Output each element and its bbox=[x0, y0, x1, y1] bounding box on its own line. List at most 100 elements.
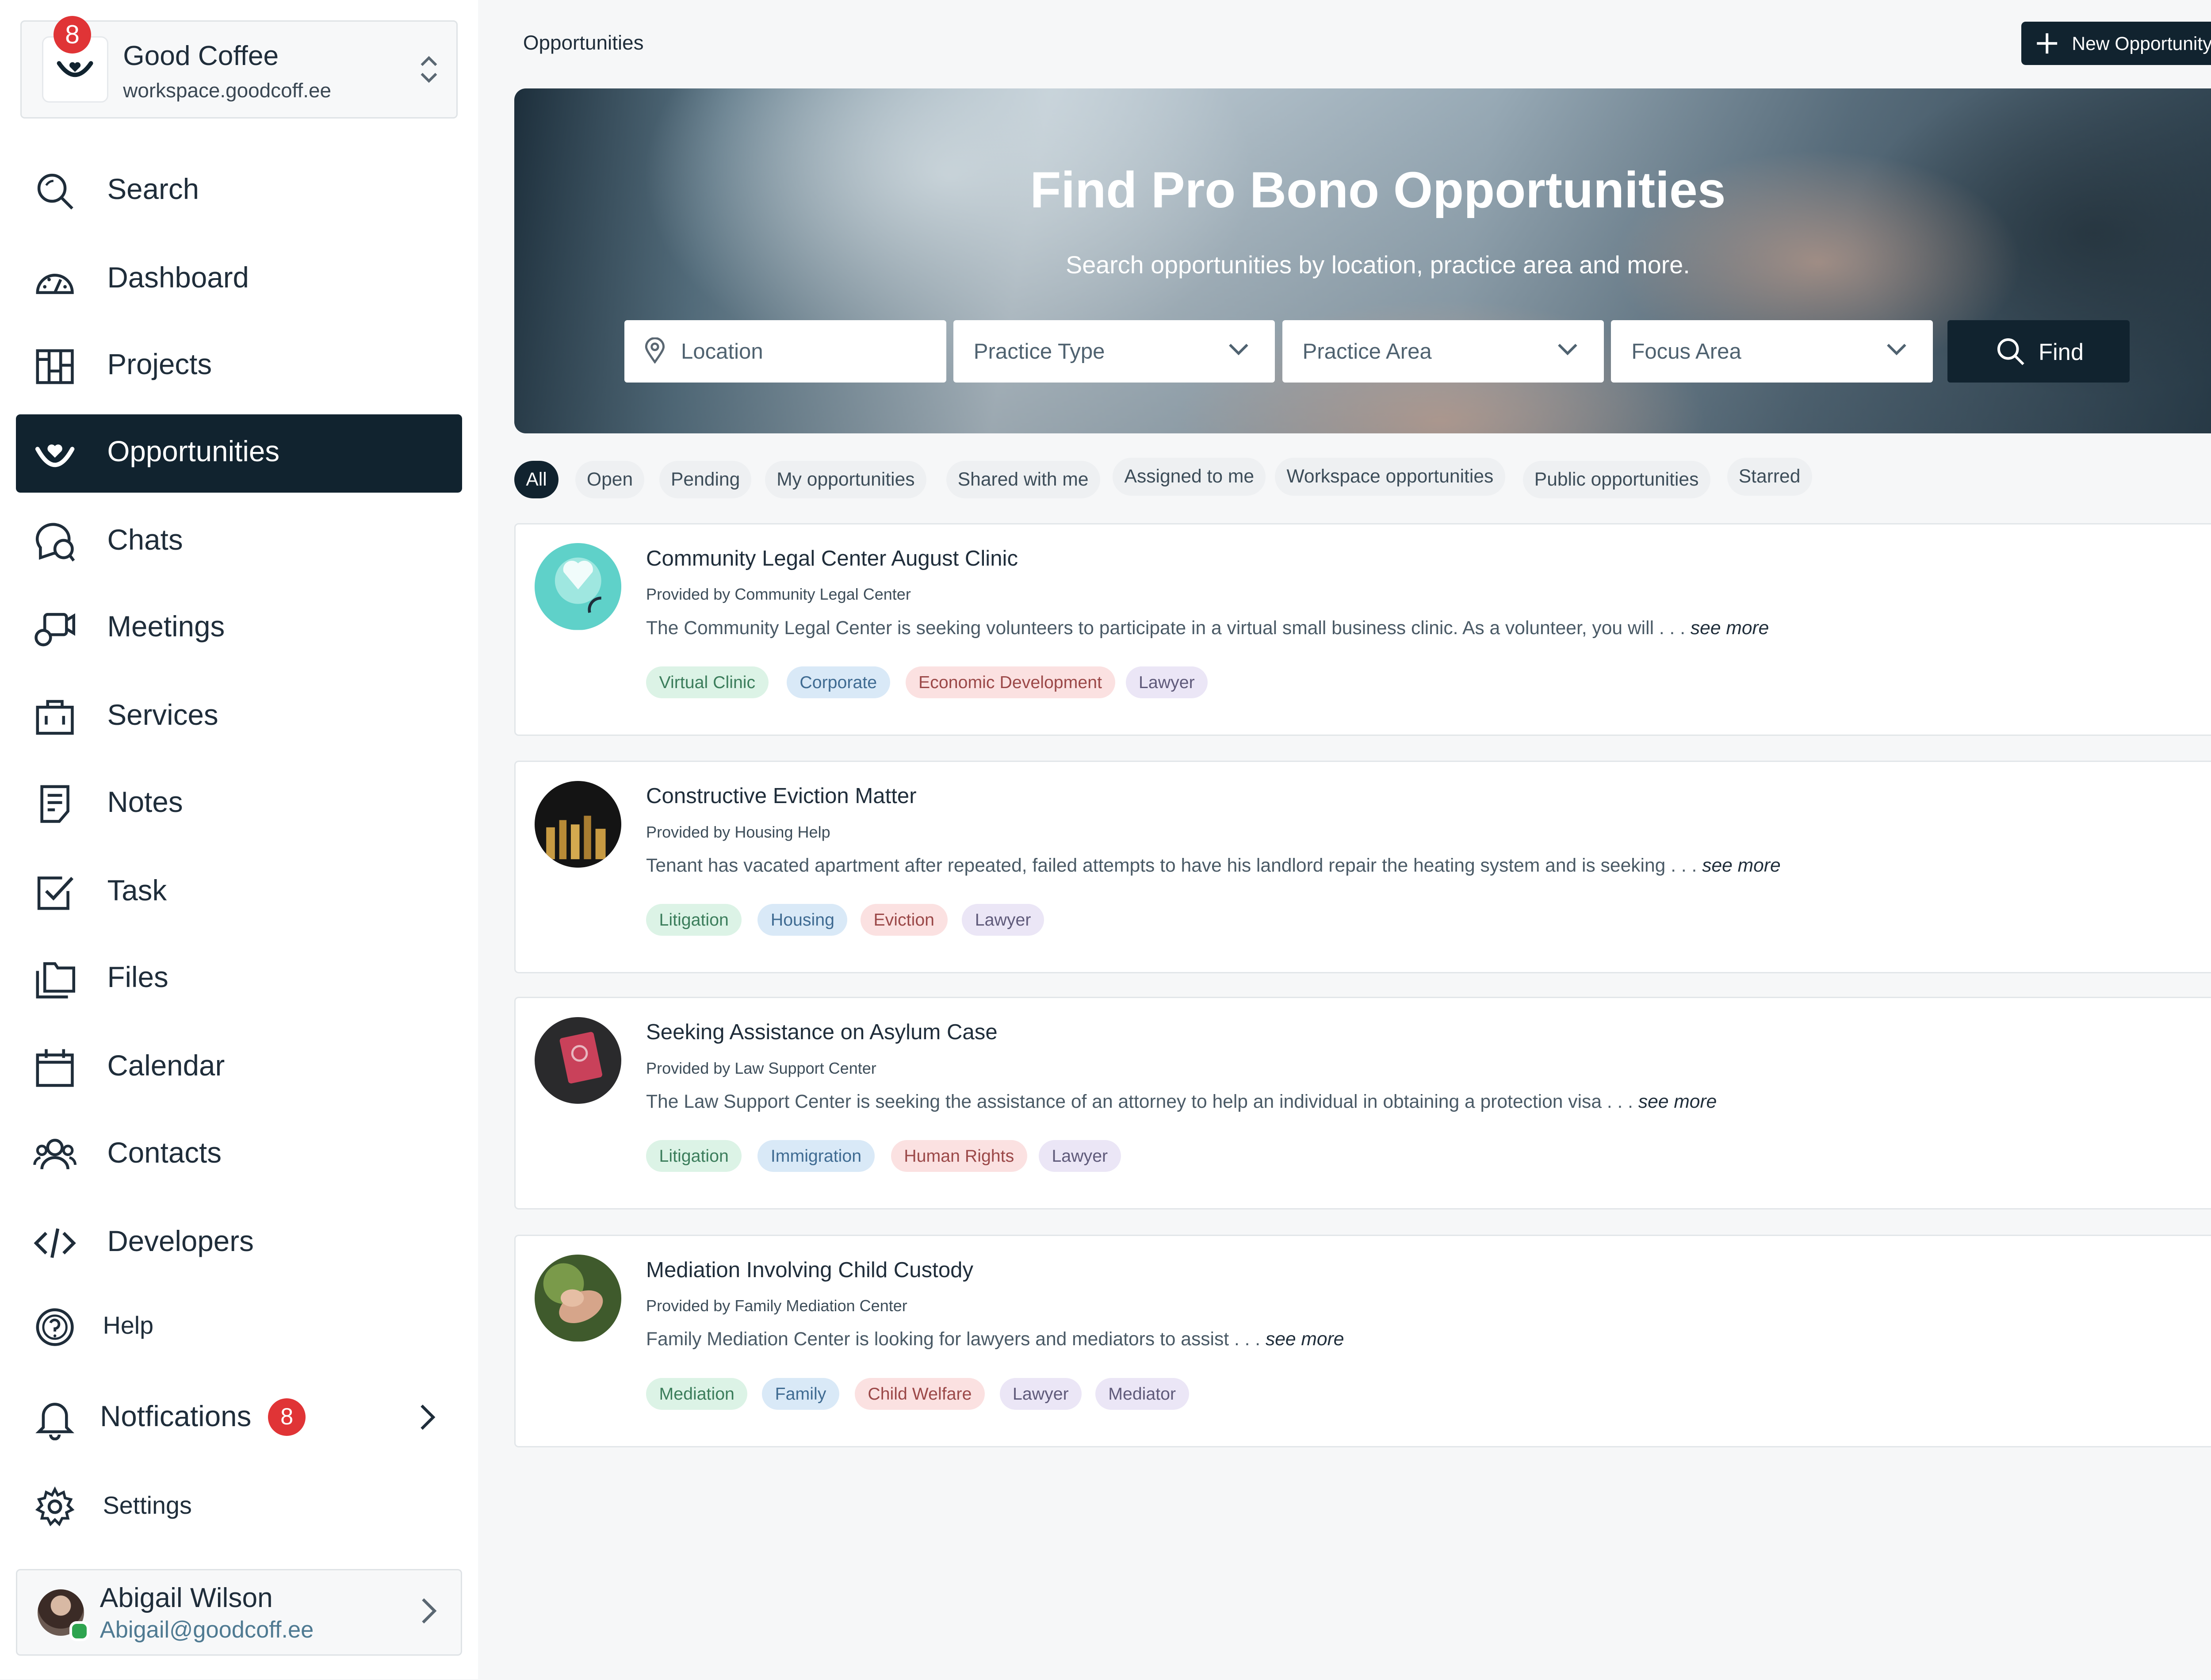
notification-count-badge: 8 bbox=[268, 1398, 306, 1436]
filter-chip-public-opportunities[interactable]: Public opportunities bbox=[1522, 460, 1710, 499]
opportunity-title[interactable]: Constructive Eviction Matter bbox=[646, 784, 917, 808]
opportunity-provider: Provided by Law Support Center bbox=[646, 1059, 876, 1077]
opportunity-card[interactable]: Constructive Eviction Matter Provided by… bbox=[514, 761, 2211, 974]
sidebar-item-meetings[interactable]: Meetings bbox=[16, 590, 462, 668]
tag: Lawyer bbox=[1038, 1140, 1121, 1172]
opportunity-thumbnail bbox=[534, 1255, 622, 1342]
opportunity-title[interactable]: Mediation Involving Child Custody bbox=[646, 1258, 973, 1282]
online-status-dot bbox=[69, 1621, 89, 1641]
opportunity-provider: Provided by Housing Help bbox=[646, 823, 830, 841]
search-icon bbox=[1997, 338, 2024, 366]
tag: Economic Development bbox=[905, 666, 1115, 698]
sidebar-item-calendar[interactable]: Calendar bbox=[16, 1029, 462, 1107]
briefcase-icon bbox=[36, 700, 74, 735]
sidebar-item-projects[interactable]: Projects bbox=[16, 327, 462, 406]
filter-chip-open[interactable]: Open bbox=[575, 460, 645, 499]
find-label: Find bbox=[2039, 339, 2084, 365]
workspace-switcher[interactable]: 8 Good Coffee workspace.goodcoff.ee bbox=[20, 15, 458, 119]
tag: Housing bbox=[757, 904, 848, 936]
sidebar-item-files[interactable]: Files bbox=[16, 940, 462, 1018]
sidebar-item-help[interactable]: Help bbox=[16, 1288, 462, 1366]
tag: Child Welfare bbox=[854, 1378, 985, 1410]
sidebar-item-settings[interactable]: Settings bbox=[16, 1468, 462, 1546]
contacts-icon bbox=[33, 1139, 77, 1170]
sidebar-item-label: Services bbox=[107, 699, 218, 731]
see-more-link[interactable]: see more bbox=[1702, 855, 1781, 876]
filter-chip-assigned-to-me[interactable]: Assigned to me bbox=[1113, 458, 1266, 496]
focus-area-select[interactable]: Focus Area bbox=[1611, 320, 1933, 383]
opportunity-card[interactable]: Mediation Involving Child Custody Provid… bbox=[514, 1234, 2211, 1447]
location-input[interactable]: Location bbox=[624, 320, 946, 383]
sidebar-item-label: Contacts bbox=[107, 1136, 222, 1169]
sidebar-item-label: Task bbox=[107, 874, 167, 907]
find-button[interactable]: Find bbox=[1947, 320, 2130, 383]
practice-type-select[interactable]: Practice Type bbox=[953, 320, 1275, 383]
hero-title: Find Pro Bono Opportunities bbox=[1030, 161, 1726, 218]
filter-chip-all[interactable]: All bbox=[514, 460, 558, 499]
sidebar-item-label: Settings bbox=[103, 1491, 192, 1519]
description-text: Family Mediation Center is looking for l… bbox=[646, 1328, 1261, 1350]
sidebar-item-notes[interactable]: Notes bbox=[16, 765, 462, 843]
practice-area-select[interactable]: Practice Area bbox=[1282, 320, 1604, 383]
chevron-down-icon bbox=[1558, 344, 1577, 356]
tag: Lawyer bbox=[1125, 666, 1208, 698]
description-text: The Community Legal Center is seeking vo… bbox=[646, 617, 1686, 639]
tag: Eviction bbox=[860, 904, 948, 936]
map-pin-icon bbox=[645, 337, 665, 364]
location-placeholder: Location bbox=[681, 339, 763, 364]
tag: Mediation bbox=[646, 1378, 748, 1410]
filter-chip-my-opportunities[interactable]: My opportunities bbox=[765, 460, 926, 499]
workspace-badge: 8 bbox=[53, 15, 92, 54]
app-page: 8 Good Coffee workspace.goodcoff.ee Sear… bbox=[0, 0, 2211, 1680]
filter-chip-starred[interactable]: Starred bbox=[1727, 458, 1812, 496]
breadcrumb: Opportunities bbox=[523, 31, 644, 54]
checkbox-icon bbox=[38, 876, 74, 910]
code-icon bbox=[34, 1228, 77, 1258]
help-icon bbox=[36, 1308, 74, 1346]
workspace-name: Good Coffee bbox=[123, 41, 279, 72]
sidebar-item-label: Search bbox=[107, 172, 199, 205]
sidebar-item-label: Help bbox=[103, 1312, 154, 1339]
see-more-link[interactable]: see more bbox=[1691, 617, 1769, 639]
tag: Virtual Clinic bbox=[646, 666, 769, 698]
sidebar-item-label: Notes bbox=[107, 785, 183, 818]
see-more-link[interactable]: see more bbox=[1266, 1328, 1344, 1350]
sidebar-item-search[interactable]: Search bbox=[16, 152, 462, 230]
filter-chip-workspace-opportunities[interactable]: Workspace opportunities bbox=[1275, 458, 1505, 496]
tag: Corporate bbox=[786, 666, 890, 698]
chevron-right-icon bbox=[422, 1598, 437, 1624]
columns-icon bbox=[36, 349, 74, 384]
opportunity-card[interactable]: Community Legal Center August Clinic Pro… bbox=[514, 523, 2211, 736]
opportunity-description: The Law Support Center is seeking the as… bbox=[646, 1091, 1717, 1113]
sidebar-item-services[interactable]: Services bbox=[16, 678, 462, 756]
filter-chip-pending[interactable]: Pending bbox=[659, 460, 752, 499]
see-more-link[interactable]: see more bbox=[1638, 1091, 1717, 1112]
bell-icon bbox=[35, 1402, 75, 1440]
video-icon bbox=[34, 612, 76, 647]
opportunity-provider: Provided by Community Legal Center bbox=[646, 585, 911, 604]
sidebar-item-chats[interactable]: Chats bbox=[16, 503, 462, 581]
sidebar-item-contacts[interactable]: Contacts bbox=[16, 1116, 462, 1194]
chevron-updown-icon bbox=[421, 56, 437, 83]
user-profile[interactable]: Abigail Wilson Abigail@goodcoff.ee bbox=[16, 1569, 462, 1656]
workspace-domain: workspace.goodcoff.ee bbox=[123, 78, 332, 102]
opportunity-title[interactable]: Community Legal Center August Clinic bbox=[646, 546, 1018, 571]
focus-area-label: Focus Area bbox=[1631, 339, 1741, 364]
description-text: The Law Support Center is seeking the as… bbox=[646, 1091, 1633, 1112]
search-hero: Find Pro Bono Opportunities Search oppor… bbox=[514, 88, 2211, 433]
sidebar-item-developers[interactable]: Developers bbox=[16, 1204, 462, 1282]
sidebar-item-notifications[interactable]: Notfications 8 bbox=[16, 1379, 462, 1458]
filter-chip-shared-with-me[interactable]: Shared with me bbox=[946, 460, 1100, 499]
sidebar-item-label: Chats bbox=[107, 523, 183, 556]
new-opportunity-label: New Opportunity bbox=[2072, 33, 2211, 55]
sidebar-item-label: Calendar bbox=[107, 1049, 225, 1082]
sidebar-item-opportunities[interactable]: Opportunities bbox=[16, 414, 463, 493]
sidebar-item-task[interactable]: Task bbox=[16, 853, 462, 932]
opportunity-card[interactable]: Seeking Assistance on Asylum Case Provid… bbox=[514, 997, 2211, 1210]
opportunity-title[interactable]: Seeking Assistance on Asylum Case bbox=[646, 1020, 998, 1045]
sidebar-item-label: Meetings bbox=[107, 610, 225, 643]
tag: Lawyer bbox=[999, 1378, 1082, 1410]
sidebar-item-label: Notfications bbox=[100, 1400, 252, 1433]
new-opportunity-button[interactable]: New Opportunity bbox=[2021, 22, 2211, 65]
sidebar-item-dashboard[interactable]: Dashboard bbox=[16, 241, 462, 319]
